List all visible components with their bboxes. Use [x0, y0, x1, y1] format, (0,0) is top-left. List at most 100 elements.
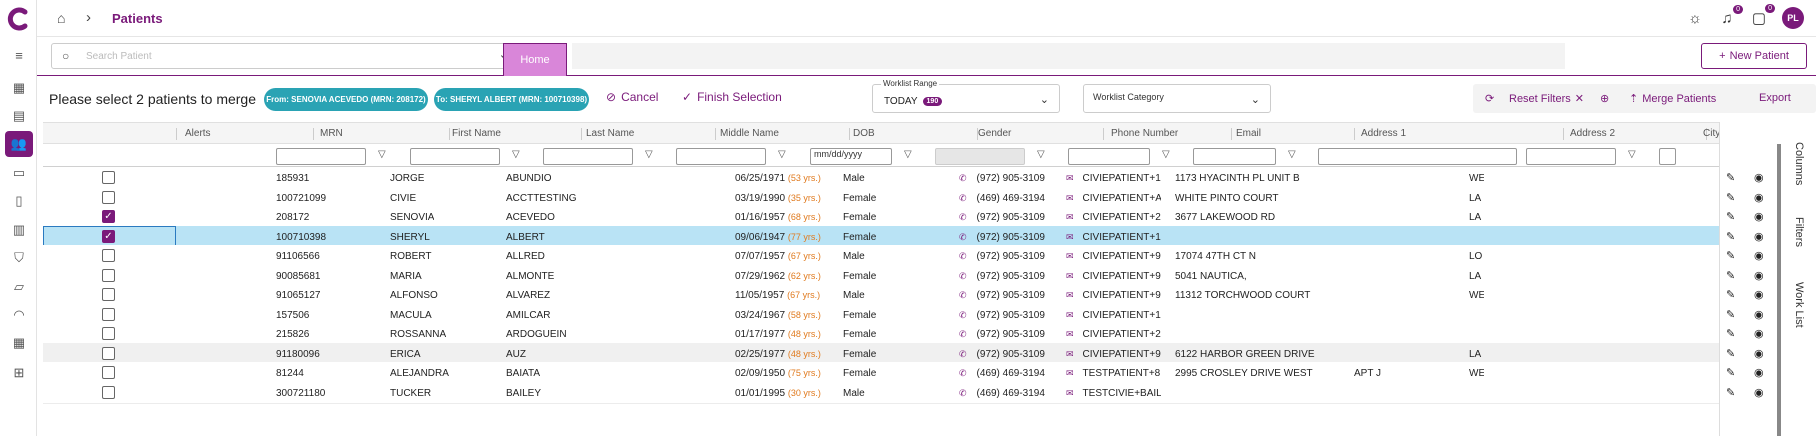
- column-header-mrn[interactable]: MRN: [320, 128, 343, 139]
- phone-icon[interactable]: ✆: [959, 368, 967, 378]
- phone-icon[interactable]: ✆: [959, 349, 967, 359]
- column-header-gender[interactable]: Gender: [978, 128, 1011, 139]
- column-header-email[interactable]: Email: [1236, 128, 1261, 139]
- mail-icon[interactable]: ✉: [1066, 271, 1074, 281]
- column-separator[interactable]: [715, 128, 716, 140]
- filter-icon[interactable]: ▽: [645, 149, 653, 160]
- edit-icon[interactable]: ✎: [1726, 191, 1735, 204]
- column-filter-input[interactable]: [543, 148, 633, 165]
- edit-icon[interactable]: ✎: [1726, 327, 1735, 340]
- logo-icon[interactable]: [6, 6, 32, 32]
- mail-icon[interactable]: ✉: [1066, 329, 1074, 339]
- sun-icon[interactable]: ☼: [1686, 10, 1704, 27]
- filter-icon[interactable]: ▽: [1162, 149, 1170, 160]
- finish-selection-button[interactable]: ✓ Finish Selection: [682, 90, 782, 104]
- patients-icon[interactable]: 👥: [5, 131, 33, 157]
- view-icon[interactable]: ◉: [1754, 249, 1764, 262]
- edit-icon[interactable]: ✎: [1726, 171, 1735, 184]
- column-separator[interactable]: [849, 128, 850, 140]
- column-header-address-2[interactable]: Address 2: [1570, 128, 1615, 139]
- edit-icon[interactable]: ✎: [1726, 386, 1735, 399]
- column-separator[interactable]: [1103, 128, 1104, 140]
- column-separator[interactable]: [581, 128, 582, 140]
- view-icon[interactable]: ◉: [1754, 230, 1764, 243]
- column-filter-input[interactable]: [410, 148, 500, 165]
- view-icon[interactable]: ◉: [1754, 171, 1764, 184]
- row-checkbox[interactable]: [102, 249, 115, 262]
- column-filter-input[interactable]: [1318, 148, 1517, 165]
- row-checkbox[interactable]: [102, 366, 115, 379]
- refresh-icon[interactable]: ⟳: [1485, 92, 1494, 105]
- row-checkbox[interactable]: ✓: [102, 210, 115, 223]
- shield-icon[interactable]: ⛉: [5, 245, 33, 271]
- document-icon[interactable]: ▤: [5, 103, 33, 129]
- mail-icon[interactable]: ✉: [1066, 193, 1074, 203]
- column-header-phone-number[interactable]: Phone Number: [1111, 128, 1178, 139]
- filter-icon[interactable]: ▽: [1628, 149, 1636, 160]
- edit-icon[interactable]: ✎: [1726, 249, 1735, 262]
- schedule-icon[interactable]: ▦: [5, 330, 33, 356]
- column-filter-input[interactable]: [276, 148, 366, 165]
- view-icon[interactable]: ◉: [1754, 347, 1764, 360]
- row-checkbox[interactable]: [102, 327, 115, 340]
- phone-icon[interactable]: ✆: [959, 173, 967, 183]
- row-checkbox[interactable]: [102, 288, 115, 301]
- phone-icon[interactable]: ✆: [959, 271, 967, 281]
- view-icon[interactable]: ◉: [1754, 308, 1764, 321]
- view-icon[interactable]: ◉: [1754, 386, 1764, 399]
- mail-icon[interactable]: ✉: [1066, 232, 1074, 242]
- menu-icon[interactable]: ≡: [5, 42, 33, 68]
- merge-from-pill[interactable]: From: SENOVIA ACEVEDO (MRN: 208172): [264, 88, 428, 111]
- mail-icon[interactable]: ✉: [1066, 290, 1074, 300]
- column-filter-input[interactable]: [1659, 148, 1676, 165]
- phone-icon[interactable]: ✆: [959, 388, 967, 398]
- edit-icon[interactable]: ✎: [1726, 288, 1735, 301]
- row-checkbox[interactable]: [102, 346, 115, 360]
- column-header-dob[interactable]: DOB: [853, 128, 875, 139]
- column-filter-input[interactable]: [1193, 148, 1276, 165]
- view-icon[interactable]: ◉: [1754, 210, 1764, 223]
- edit-icon[interactable]: ✎: [1726, 210, 1735, 223]
- calendar-icon[interactable]: ▦: [5, 75, 33, 101]
- column-separator[interactable]: [1231, 128, 1232, 140]
- edit-icon[interactable]: ✎: [1726, 347, 1735, 360]
- mail-icon[interactable]: ✉: [1066, 368, 1074, 378]
- mail-icon[interactable]: ✉: [1066, 251, 1074, 261]
- column-separator[interactable]: [176, 128, 177, 140]
- view-icon[interactable]: ◉: [1754, 327, 1764, 340]
- new-patient-button[interactable]: + New Patient: [1701, 43, 1807, 69]
- cancel-button[interactable]: ⊘ Cancel: [606, 90, 658, 104]
- tab-home[interactable]: Home: [503, 43, 567, 76]
- row-checkbox[interactable]: [102, 268, 115, 282]
- avatar[interactable]: PL: [1782, 7, 1804, 29]
- column-header-first-name[interactable]: First Name: [452, 128, 501, 139]
- filter-icon[interactable]: ▽: [778, 149, 786, 160]
- mail-icon[interactable]: ✉: [1066, 310, 1074, 320]
- filter-icon[interactable]: ▽: [512, 149, 520, 160]
- filter-icon[interactable]: ▽: [904, 149, 912, 160]
- column-filter-input[interactable]: [1526, 148, 1616, 165]
- edit-icon[interactable]: ✎: [1726, 269, 1735, 282]
- edit-icon[interactable]: ✎: [1726, 230, 1735, 243]
- tab-work-list[interactable]: Work List: [1793, 282, 1805, 328]
- tab-filters[interactable]: Filters: [1793, 217, 1805, 247]
- dob-filter-input[interactable]: mm/dd/yyyy: [810, 148, 892, 165]
- mail-icon[interactable]: ✉: [1066, 212, 1074, 222]
- mail-icon[interactable]: ✉: [1066, 388, 1074, 398]
- view-icon[interactable]: ◉: [1754, 366, 1764, 379]
- table-row[interactable]: 300721180 TUCKER BAILEY 01/01/1995 (30 yrs.…: [43, 381, 1780, 404]
- headset-icon[interactable]: ◠: [5, 302, 33, 328]
- phone-icon[interactable]: ✆: [959, 212, 967, 222]
- filter-icon[interactable]: ▽: [1037, 149, 1045, 160]
- tab-columns[interactable]: Columns: [1793, 142, 1805, 185]
- column-header-middle-name[interactable]: Middle Name: [720, 128, 779, 139]
- column-separator[interactable]: [1563, 128, 1564, 140]
- merge-patients-button[interactable]: ⇡ Merge Patients: [1629, 92, 1716, 106]
- vertical-scrollbar[interactable]: [1777, 144, 1781, 436]
- filter-icon[interactable]: ▽: [1288, 149, 1296, 160]
- view-icon[interactable]: ◉: [1754, 269, 1764, 282]
- column-filter-input[interactable]: [1068, 148, 1150, 165]
- filter-icon[interactable]: ▽: [378, 149, 386, 160]
- mail-icon[interactable]: ✉: [1066, 173, 1074, 183]
- chat-icon[interactable]: ▢ 0: [1750, 4, 1775, 27]
